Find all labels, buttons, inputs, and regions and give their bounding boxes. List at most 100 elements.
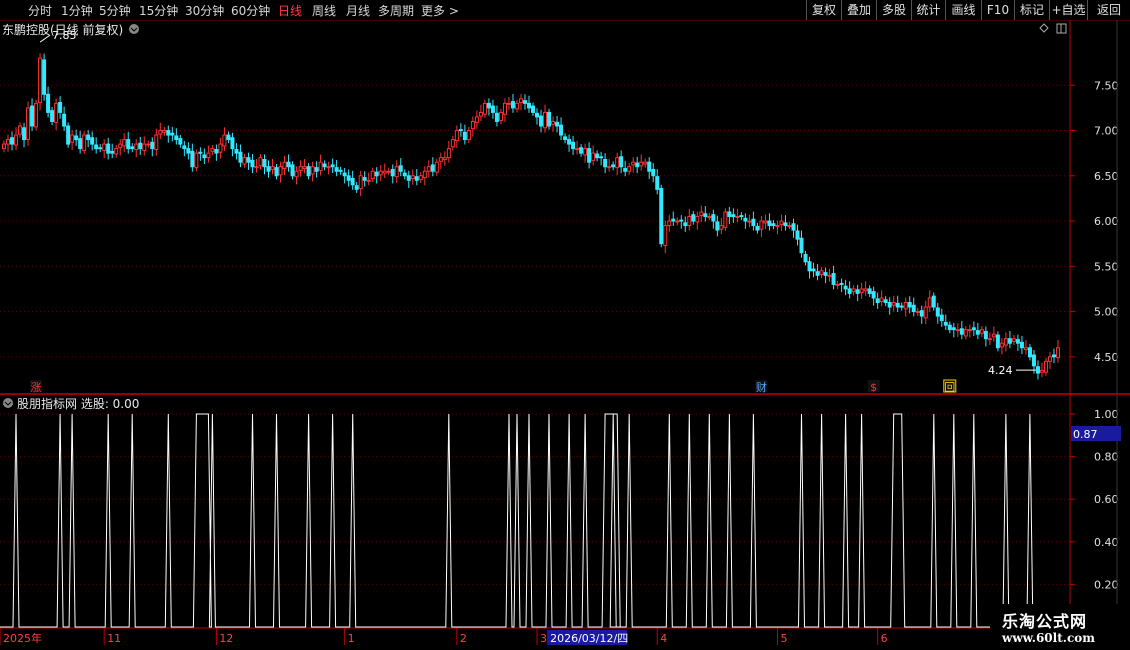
candle-body bbox=[122, 139, 127, 147]
toolbar-button-5[interactable]: F10 bbox=[981, 0, 1014, 20]
candle bbox=[194, 149, 199, 172]
candle-body bbox=[699, 211, 704, 217]
candle bbox=[94, 137, 99, 154]
candle bbox=[899, 302, 904, 311]
candle-body bbox=[627, 166, 632, 172]
candle-body bbox=[178, 138, 183, 145]
candle bbox=[302, 159, 307, 174]
candle-body bbox=[899, 305, 904, 308]
candle bbox=[354, 182, 359, 193]
toolbar-button-1[interactable]: 叠加 bbox=[841, 0, 876, 20]
period-tab-2[interactable]: 5分钟 bbox=[99, 2, 131, 19]
candle bbox=[410, 169, 415, 185]
period-tab-10[interactable]: 更多 > bbox=[421, 2, 459, 19]
candle-body bbox=[675, 220, 680, 223]
candle-body bbox=[599, 156, 604, 159]
candle bbox=[651, 163, 656, 183]
watermark-brand: 乐淘公式网 bbox=[1002, 612, 1088, 631]
toolbar-button-3[interactable]: 统计 bbox=[911, 0, 945, 20]
price-tick-label: 6.00 bbox=[1094, 215, 1119, 228]
stock-chart[interactable]: 7.50 7.00 6.50 6.00 5.50 5.00 4.50 1.00 0.80 0.60… bbox=[0, 20, 1130, 650]
candle-body bbox=[314, 167, 319, 172]
toolbar-button-6[interactable]: 标记 bbox=[1014, 0, 1049, 20]
candle bbox=[923, 300, 928, 325]
candle-body bbox=[551, 120, 556, 125]
candle-body bbox=[290, 164, 295, 177]
candle bbox=[166, 125, 171, 143]
candle-body bbox=[603, 158, 608, 168]
candle-body bbox=[482, 102, 487, 115]
candle bbox=[126, 131, 131, 154]
candle bbox=[522, 94, 527, 110]
candle bbox=[46, 86, 51, 118]
candle-body bbox=[1011, 338, 1016, 342]
candle-body bbox=[887, 301, 892, 308]
candle-body bbox=[154, 134, 159, 151]
candle bbox=[450, 135, 455, 151]
period-tab-1[interactable]: 1分钟 bbox=[61, 2, 93, 19]
candle-body bbox=[14, 134, 19, 146]
candle bbox=[234, 143, 239, 160]
candle bbox=[563, 133, 568, 144]
candle-body bbox=[130, 146, 135, 150]
candle-body bbox=[639, 161, 644, 167]
candle bbox=[855, 284, 860, 302]
candle bbox=[242, 154, 247, 168]
toolbar-button-7[interactable]: +自选 bbox=[1049, 0, 1087, 20]
candle bbox=[110, 143, 115, 159]
candle bbox=[875, 292, 880, 309]
candle-body bbox=[106, 143, 111, 154]
period-tab-6[interactable]: 日线 bbox=[278, 2, 302, 19]
toolbar-button-8[interactable]: 返回 bbox=[1087, 0, 1130, 20]
candle bbox=[130, 143, 135, 153]
candle bbox=[486, 98, 491, 116]
candle-body bbox=[643, 161, 648, 165]
candle bbox=[863, 281, 868, 296]
candle bbox=[506, 97, 511, 110]
candle bbox=[286, 154, 291, 172]
candle-body bbox=[386, 170, 391, 173]
candle-body bbox=[779, 220, 784, 226]
period-tab-0[interactable]: 分时 bbox=[28, 2, 52, 19]
period-tab-7[interactable]: 周线 bbox=[312, 2, 336, 19]
candle-body bbox=[506, 102, 511, 105]
candle bbox=[595, 150, 600, 162]
toolbar-button-4[interactable]: 画线 bbox=[945, 0, 981, 20]
candle bbox=[54, 98, 59, 131]
candle-body bbox=[494, 112, 499, 122]
candle bbox=[975, 322, 980, 340]
event-marker-2: $ bbox=[870, 381, 877, 394]
candle bbox=[911, 297, 916, 317]
candle bbox=[995, 331, 1000, 352]
candle bbox=[755, 222, 760, 234]
period-tab-3[interactable]: 15分钟 bbox=[139, 2, 178, 19]
candle bbox=[695, 211, 700, 230]
candle-body bbox=[382, 170, 387, 174]
candle bbox=[34, 99, 39, 131]
candle bbox=[322, 160, 327, 171]
candle bbox=[767, 213, 772, 231]
period-tab-5[interactable]: 60分钟 bbox=[231, 2, 270, 19]
period-tab-9[interactable]: 多周期 bbox=[378, 2, 414, 19]
candle bbox=[891, 296, 896, 312]
toolbar-button-2[interactable]: 多股 bbox=[876, 0, 911, 20]
candle-body bbox=[434, 161, 439, 173]
candle-body bbox=[575, 148, 580, 151]
candle-body bbox=[6, 139, 11, 145]
date-label: 2 bbox=[460, 632, 467, 645]
candle bbox=[326, 161, 331, 175]
period-tab-4[interactable]: 30分钟 bbox=[185, 2, 224, 19]
candle-body bbox=[362, 177, 367, 181]
candle-body bbox=[370, 170, 375, 179]
indicator-tick-label: 0.20 bbox=[1094, 578, 1119, 591]
candle bbox=[803, 250, 808, 266]
candle-body bbox=[739, 215, 744, 218]
candle-body bbox=[715, 221, 720, 231]
candle bbox=[394, 160, 399, 184]
candle bbox=[162, 126, 167, 136]
candle bbox=[967, 324, 972, 338]
event-marker-1: 财 bbox=[756, 380, 767, 394]
toolbar-button-0[interactable]: 复权 bbox=[806, 0, 841, 20]
candle bbox=[342, 168, 347, 184]
period-tab-8[interactable]: 月线 bbox=[346, 2, 370, 19]
